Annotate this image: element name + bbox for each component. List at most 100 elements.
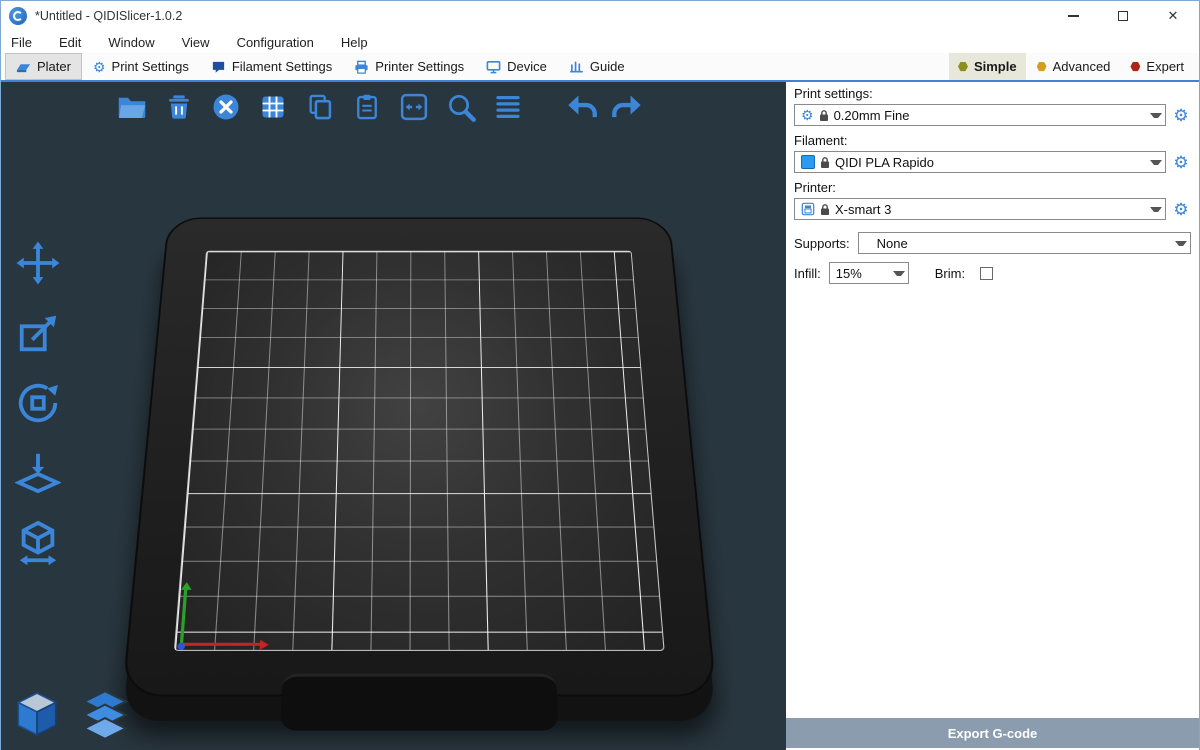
tab-label: Plater [37,59,71,74]
printer-icon [801,202,815,216]
delete-button[interactable] [160,88,198,126]
layer-list-button[interactable] [489,88,527,126]
scale-icon [15,310,61,356]
tab-label: Printer Settings [375,59,464,74]
editor-view-button[interactable] [9,687,65,743]
undo-button[interactable] [562,88,600,126]
trash-icon [165,93,193,121]
simple-mode-dot-icon [958,62,968,72]
3d-editor-view-icon [9,687,65,743]
menu-file[interactable]: File [11,35,32,50]
move-icon [15,240,61,286]
y-axis-indicator [180,590,188,646]
search-button[interactable] [442,88,480,126]
bed-handle [280,674,559,731]
view-toggles [9,687,133,743]
printer-combo[interactable]: X-smart 3 [794,198,1166,220]
delete-all-icon [211,92,241,122]
main-area: Print settings: ⚙ 0.20mm Fine ⚙ Filament… [1,82,1199,750]
filament-spool-icon [211,60,226,74]
mode-advanced[interactable]: Advanced [1028,53,1120,80]
menu-edit[interactable]: Edit [59,35,81,50]
printer-label: Printer: [794,180,1191,195]
infill-value: 15% [836,266,888,281]
infill-combo[interactable]: 15% [829,262,909,284]
flatten-tool[interactable] [13,448,63,498]
gear-icon: ⚙ [93,60,106,74]
print-bed-surface [174,251,665,651]
lock-icon [820,203,830,216]
tab-label: Print Settings [112,59,189,74]
open-button[interactable] [113,88,151,126]
print-settings-gear-button[interactable]: ⚙ [1171,107,1191,124]
printer-gear-button[interactable]: ⚙ [1171,201,1191,218]
tab-printer-settings[interactable]: Printer Settings [343,53,475,80]
menu-view[interactable]: View [182,35,210,50]
mode-simple[interactable]: Simple [949,53,1026,80]
close-button[interactable]: ✕ [1165,8,1181,24]
supports-label: Supports: [794,236,850,251]
menu-window[interactable]: Window [108,35,154,50]
move-tool[interactable] [13,238,63,288]
tab-bar: Plater ⚙ Print Settings Filament Setting… [1,53,1199,82]
measure-icon [15,520,61,566]
guide-icon [569,60,584,74]
print-settings-label: Print settings: [794,86,1191,101]
filament-value: QIDI PLA Rapido [835,155,1145,170]
menu-configuration[interactable]: Configuration [237,35,314,50]
printer-icon [354,60,369,74]
scale-tool[interactable] [13,308,63,358]
chevron-down-icon [893,271,905,276]
supports-combo[interactable]: None [858,232,1191,254]
copy-button[interactable] [301,88,339,126]
printer-value: X-smart 3 [835,202,1145,217]
x-axis-indicator [180,643,260,646]
layers-preview-icon [77,687,133,743]
redo-button[interactable] [609,88,647,126]
rotate-tool[interactable] [13,378,63,428]
measure-tool[interactable] [13,518,63,568]
maximize-button[interactable] [1115,8,1131,24]
tab-print-settings[interactable]: ⚙ Print Settings [82,53,200,80]
tab-filament-settings[interactable]: Filament Settings [200,53,343,80]
mode-label: Simple [974,59,1017,74]
brim-checkbox[interactable] [980,267,993,280]
print-settings-combo[interactable]: ⚙ 0.20mm Fine [794,104,1166,126]
tab-guide[interactable]: Guide [558,53,636,80]
split-icon [399,92,429,122]
search-icon [445,91,477,123]
arrange-button[interactable] [254,88,292,126]
tab-label: Device [507,59,547,74]
filament-gear-button[interactable]: ⚙ [1171,154,1191,171]
infill-label: Infill: [794,266,821,281]
place-on-face-icon [15,450,61,496]
menu-help[interactable]: Help [341,35,368,50]
mode-expert[interactable]: Expert [1121,53,1193,80]
open-folder-icon [117,94,147,120]
paste-button[interactable] [348,88,386,126]
advanced-mode-dot-icon [1037,62,1047,72]
delete-all-button[interactable] [207,88,245,126]
filament-label: Filament: [794,133,1191,148]
split-button[interactable] [395,88,433,126]
minimize-button[interactable] [1065,8,1081,24]
brim-label: Brim: [935,266,965,281]
redo-icon [611,93,645,121]
3d-viewport[interactable] [1,82,786,750]
lock-icon [819,109,829,122]
tab-label: Guide [590,59,625,74]
print-bed [122,217,717,696]
mode-label: Advanced [1053,59,1111,74]
preview-view-button[interactable] [77,687,133,743]
viewport-toolbar [113,88,647,126]
tab-label: Filament Settings [232,59,332,74]
filament-combo[interactable]: QIDI PLA Rapido [794,151,1166,173]
lock-icon [820,156,830,169]
tab-plater[interactable]: Plater [5,53,82,80]
export-gcode-button[interactable]: Export G-code [786,718,1199,748]
supports-value: None [865,236,1170,251]
tab-device[interactable]: Device [475,53,558,80]
mode-label: Expert [1146,59,1184,74]
chevron-down-icon [1150,113,1162,118]
app-logo-icon [9,7,27,25]
